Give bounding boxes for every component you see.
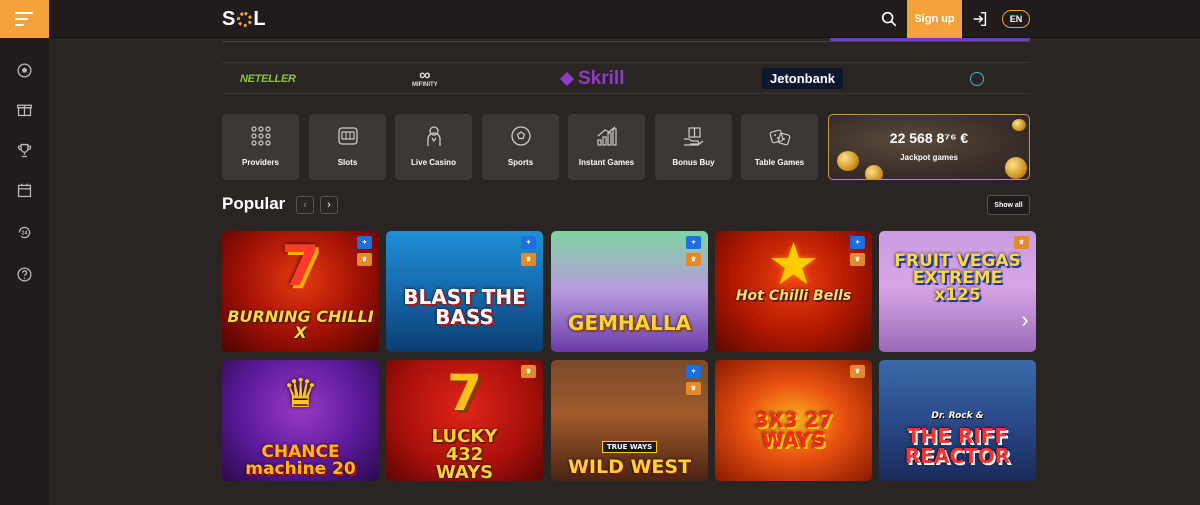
game-card-wild-west[interactable]: TRUE WAYS WILD WEST ✦ ♛	[551, 360, 708, 481]
game-title: CHANCE machine 20	[245, 442, 356, 479]
hot-badge-icon: ✦	[686, 236, 701, 249]
game-title: 3X3 27 WAYS	[754, 408, 833, 452]
game-card-gemhalla[interactable]: GEMHALLA ✦ ♛	[551, 231, 708, 352]
top-strip	[222, 38, 1030, 42]
crypto-logo	[970, 63, 984, 94]
menu-button[interactable]	[0, 0, 49, 38]
sports-ball-icon[interactable]	[16, 62, 33, 79]
game-card-the-riff-reactor[interactable]: Dr. Rock & THE RIFF REACTOR	[879, 360, 1036, 481]
jackpot-amount: 22 568 8⁷⁶ €	[889, 130, 969, 146]
show-all-button[interactable]: Show all	[987, 195, 1030, 215]
neteller-logo: NETELLER	[240, 72, 296, 85]
hot-badge-icon: ✦	[686, 365, 701, 378]
trophy-badge-icon: ♛	[1014, 236, 1029, 249]
dice-icon	[769, 129, 790, 146]
signup-button[interactable]: Sign up	[907, 0, 962, 38]
game-title: THE RIFF REACTOR	[904, 424, 1011, 468]
soccer-ball-icon	[510, 126, 531, 146]
trophy-badge-icon: ♛	[521, 253, 536, 266]
crown-icon: ♛	[282, 371, 319, 417]
trophy-badge-icon: ♛	[850, 253, 865, 266]
skrill-diamond-icon	[559, 71, 575, 86]
category-label: Slots	[337, 158, 358, 167]
infinity-icon: ∞	[419, 66, 431, 84]
game-title: WILD WEST	[567, 456, 692, 478]
game-subtitle: Dr. Rock &	[931, 411, 984, 421]
top-header: SL Sign up EN	[0, 0, 1200, 38]
trophy-badge-icon: ♛	[521, 365, 536, 378]
grid-dots-icon	[250, 126, 271, 146]
help-icon[interactable]	[16, 266, 33, 283]
category-label: Sports	[507, 158, 534, 167]
next-arrow-button[interactable]: ›	[320, 196, 338, 214]
svg-text:24: 24	[22, 231, 28, 237]
game-card-burning-chilli-x[interactable]: 7 BURNING CHILLI X ✦ ♛	[222, 231, 379, 352]
trophy-badge-icon: ♛	[686, 253, 701, 266]
coin-icon	[865, 165, 883, 179]
hot-badge-icon: ✦	[521, 236, 536, 249]
hot-badge-icon: ✦	[357, 236, 372, 249]
game-title: FRUIT VEGAS EXTREME x125	[894, 251, 1021, 305]
game-card-3x3-27-ways[interactable]: 3X3 27 WAYS ♛	[715, 360, 872, 481]
purple-accent-bar	[830, 38, 1030, 41]
trophy-icon[interactable]	[16, 142, 33, 159]
prev-arrow-button[interactable]: ‹	[296, 196, 314, 214]
category-label: Providers	[242, 158, 279, 167]
gift-icon[interactable]	[16, 101, 33, 118]
payment-methods-bar: NETELLER ∞ MIFINITY Skrill Jetonbank	[222, 62, 1030, 94]
category-label: Instant Games	[578, 158, 635, 167]
game-card-fruit-vegas-extreme[interactable]: FRUIT VEGAS EXTREME x125 ♛	[879, 231, 1036, 352]
game-card-lucky-432-ways[interactable]: 7 LUCKY 432 WAYS ♛	[386, 360, 543, 481]
game-title: GEMHALLA	[567, 311, 692, 335]
login-icon[interactable]	[971, 10, 989, 28]
sun-logo-icon	[237, 12, 253, 27]
carousel-next-icon[interactable]: ›	[1018, 305, 1032, 335]
category-label: Bonus Buy	[672, 158, 715, 167]
game-card-hot-chilli-bells[interactable]: ★ Hot Chilli Bells ✦ ♛	[715, 231, 872, 352]
sidebar: 24	[0, 38, 49, 505]
star-icon: ★	[767, 231, 820, 298]
category-table-games[interactable]: Table Games	[741, 114, 818, 180]
logo[interactable]: SL	[222, 8, 267, 31]
trophy-badge-icon: ♛	[850, 365, 865, 378]
category-label: Live Casino	[411, 158, 456, 167]
crypto-coin-icon	[970, 71, 984, 86]
jackpot-label: Jackpot games	[900, 153, 958, 162]
category-bonus-buy[interactable]: Bonus Buy	[655, 114, 732, 180]
game-art: 7	[281, 234, 320, 299]
language-selector[interactable]: EN	[1002, 10, 1030, 28]
category-instant-games[interactable]: Instant Games	[568, 114, 645, 180]
category-label: Table Games	[754, 158, 805, 167]
game-card-blast-the-bass[interactable]: BLAST THE BASS ✦ ♛	[386, 231, 543, 352]
slot-machine-icon	[337, 127, 358, 145]
gift-hand-icon	[683, 127, 703, 146]
section-title: Popular	[222, 194, 286, 213]
hot-badge-icon: ✦	[850, 236, 865, 249]
game-art: 7	[447, 364, 482, 422]
game-subtitle: TRUE WAYS	[551, 441, 708, 453]
dealer-icon	[426, 126, 441, 146]
trophy-badge-icon: ♛	[357, 253, 372, 266]
calendar-icon[interactable]	[16, 182, 33, 199]
category-live-casino[interactable]: Live Casino	[395, 114, 472, 180]
game-title: BURNING CHILLI X	[227, 307, 374, 342]
trophy-badge-icon: ♛	[686, 382, 701, 395]
category-slots[interactable]: Slots	[309, 114, 386, 180]
category-sports[interactable]: Sports	[482, 114, 559, 180]
jetonbank-logo: Jetonbank	[762, 68, 844, 89]
game-title: BLAST THE BASS	[403, 285, 526, 329]
mifinity-logo: ∞ MIFINITY	[412, 66, 438, 88]
category-providers[interactable]: Providers	[222, 114, 299, 180]
support-24-icon[interactable]: 24	[16, 224, 33, 241]
game-title: LUCKY 432 WAYS	[431, 426, 498, 482]
game-title: Hot Chilli Bells	[735, 288, 852, 304]
skrill-logo: Skrill	[559, 63, 624, 94]
bar-chart-icon	[596, 126, 617, 146]
search-icon[interactable]	[880, 10, 898, 28]
jackpot-card[interactable]: 22 568 8⁷⁶ € Jackpot games	[828, 114, 1030, 180]
game-card-chance-machine-20[interactable]: ♛ CHANCE machine 20	[222, 360, 379, 481]
